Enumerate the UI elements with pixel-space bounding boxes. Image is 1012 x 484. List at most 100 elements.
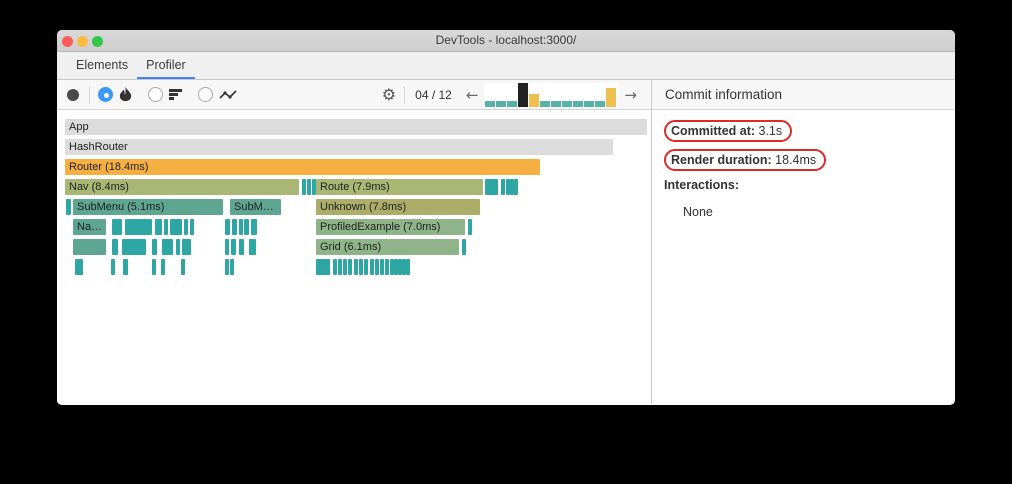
flame-bar[interactable] <box>364 259 368 275</box>
close-window-button[interactable] <box>62 36 73 47</box>
flame-bar-router[interactable]: Router (18.4ms) <box>65 159 540 175</box>
flame-bar[interactable] <box>152 239 157 255</box>
ranked-chart-icon <box>169 88 182 102</box>
flame-bar[interactable] <box>462 239 466 255</box>
commit-bar-10[interactable] <box>584 100 595 107</box>
flame-bar[interactable] <box>239 239 244 255</box>
commit-bar-8[interactable] <box>562 100 573 107</box>
flame-bar[interactable] <box>231 239 236 255</box>
flame-bar[interactable] <box>239 219 243 235</box>
flame-bar-unknown[interactable]: Unknown (7.8ms) <box>316 199 480 215</box>
settings-gear-icon[interactable]: ⚙ <box>382 85 396 104</box>
maximize-window-button[interactable] <box>92 36 103 47</box>
flame-bar-route[interactable]: Route (7.9ms) <box>316 179 483 195</box>
flame-bar[interactable] <box>375 259 379 275</box>
flame-bar[interactable] <box>406 259 410 275</box>
flame-bar[interactable] <box>155 219 162 235</box>
commit-bar-12[interactable] <box>606 87 617 107</box>
tab-elements[interactable]: Elements <box>67 52 137 79</box>
flame-bar[interactable] <box>125 219 152 235</box>
flame-bar[interactable] <box>385 259 389 275</box>
flame-bar[interactable] <box>181 259 185 275</box>
flame-bar[interactable] <box>354 259 358 275</box>
flame-bar[interactable] <box>251 219 257 235</box>
flame-bar[interactable] <box>359 259 363 275</box>
flame-bar[interactable] <box>112 219 122 235</box>
previous-commit-arrow[interactable]: ← <box>466 86 479 104</box>
flame-bar[interactable] <box>162 239 173 255</box>
flame-bar-app[interactable]: App <box>65 119 647 135</box>
profiler-panel: ⚙ 04 / 12 ← → App HashRouter Router (18.4m… <box>57 80 652 404</box>
flame-bar[interactable] <box>161 259 165 275</box>
flame-bar[interactable] <box>73 239 106 255</box>
flame-bar[interactable] <box>182 239 191 255</box>
flame-bar[interactable] <box>302 179 306 195</box>
flame-bar[interactable] <box>380 259 384 275</box>
flame-bar[interactable] <box>232 219 237 235</box>
commit-bar-3[interactable] <box>507 100 518 107</box>
flame-bar-grid[interactable]: Grid (6.1ms) <box>316 239 459 255</box>
main-area: ⚙ 04 / 12 ← → App HashRouter Router (18.4m… <box>57 80 955 404</box>
flame-bar[interactable] <box>164 219 168 235</box>
next-commit-arrow[interactable]: → <box>624 86 637 104</box>
flame-chart-area: App HashRouter Router (18.4ms) Nav (8.4ms) R… <box>57 110 651 404</box>
commit-bar-7[interactable] <box>551 100 562 107</box>
flame-bar[interactable] <box>123 259 128 275</box>
flame-bar[interactable] <box>343 259 347 275</box>
flame-bar[interactable] <box>370 259 374 275</box>
flame-bar[interactable] <box>316 259 330 275</box>
toolbar-divider2 <box>404 85 406 104</box>
interactions-label: Interactions: <box>664 178 740 192</box>
flame-bar[interactable] <box>514 179 518 195</box>
flame-bar[interactable] <box>249 239 256 255</box>
commit-index-label: 04 / 12 <box>415 87 452 102</box>
flame-bar[interactable] <box>176 239 180 255</box>
flame-bar-subm…[interactable]: SubM… <box>230 199 281 215</box>
flame-bar[interactable] <box>111 259 115 275</box>
commit-bar-1[interactable] <box>485 100 496 107</box>
minimize-window-button[interactable] <box>77 36 88 47</box>
flame-bar[interactable] <box>152 259 156 275</box>
titlebar: DevTools - localhost:3000/ <box>57 30 955 52</box>
flame-bar[interactable] <box>225 239 229 255</box>
interactions-value: None <box>683 205 713 219</box>
commit-bar-2[interactable] <box>496 100 507 107</box>
flame-bar[interactable] <box>170 219 182 235</box>
flame-bar[interactable] <box>485 179 498 195</box>
flame-bar[interactable] <box>225 219 230 235</box>
flame-bar-submenu[interactable]: SubMenu (5.1ms) <box>73 199 223 215</box>
window-title: DevTools - localhost:3000/ <box>435 33 577 47</box>
commit-info-panel: Commit information Committed at: 3.1s Re… <box>652 80 954 404</box>
commit-bar-11[interactable] <box>595 100 606 107</box>
annotation-highlight-committed-at: Committed at: 3.1s <box>664 120 793 142</box>
commit-bar-6[interactable] <box>540 100 551 107</box>
commit-bar-9[interactable] <box>573 100 584 107</box>
tab-profiler[interactable]: Profiler <box>137 52 195 79</box>
flame-icon <box>119 87 132 101</box>
interactions-radio[interactable] <box>198 87 213 102</box>
flame-bar[interactable] <box>184 219 188 235</box>
flame-bar[interactable] <box>230 259 234 275</box>
flame-bar[interactable] <box>307 179 311 195</box>
ranked-radio[interactable] <box>148 87 163 102</box>
flame-bar-nav[interactable]: Nav (8.4ms) <box>65 179 299 195</box>
flame-bar[interactable] <box>75 259 83 275</box>
flame-bar[interactable] <box>112 239 118 255</box>
commit-bar-4[interactable] <box>518 82 529 107</box>
flame-bar[interactable] <box>468 219 472 235</box>
flame-bar[interactable] <box>225 259 229 275</box>
flame-bar-hashrouter[interactable]: HashRouter <box>65 139 613 155</box>
flame-bar[interactable] <box>122 239 146 255</box>
flame-bar[interactable] <box>190 219 194 235</box>
flame-bar[interactable] <box>348 259 352 275</box>
flame-bar[interactable] <box>66 199 71 215</box>
flamegraph-radio[interactable] <box>98 87 113 102</box>
commit-bar-5[interactable] <box>529 93 540 107</box>
flame-bar[interactable] <box>501 179 505 195</box>
flame-bar-na…[interactable]: Na… <box>73 219 106 235</box>
flame-bar[interactable] <box>244 219 249 235</box>
flame-bar-profiledexample[interactable]: ProfiledExample (7.0ms) <box>316 219 465 235</box>
flame-bar[interactable] <box>333 259 337 275</box>
record-button[interactable] <box>67 88 79 101</box>
flame-bar[interactable] <box>338 259 342 275</box>
